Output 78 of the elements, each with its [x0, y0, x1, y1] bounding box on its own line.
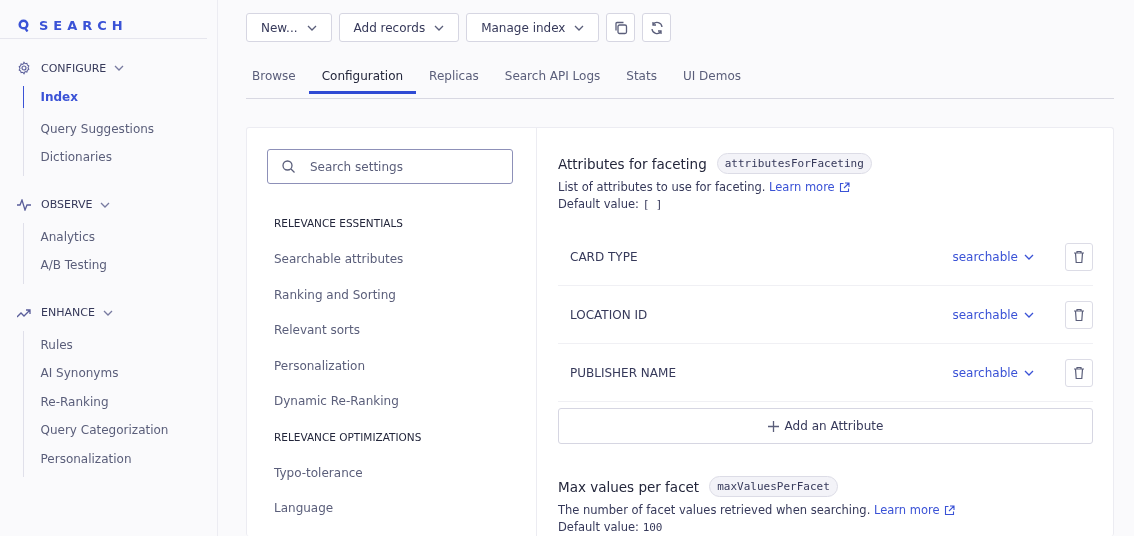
- setting-title: Max values per facet: [558, 478, 700, 495]
- section-header[interactable]: OBSERVE: [17, 195, 111, 214]
- chevron-icon: [306, 24, 317, 31]
- tab[interactable]: Replicas: [416, 62, 492, 94]
- setting-key: attributesForFaceting: [716, 153, 872, 174]
- tab[interactable]: Stats: [613, 62, 670, 94]
- setting-key: maxValuesPerFacet: [709, 476, 838, 497]
- sidebar-item[interactable]: AI Synonyms: [22, 359, 119, 388]
- attribute-name: LOCATION ID: [570, 307, 649, 322]
- app-logo: SEARCH: [39, 17, 128, 33]
- section-header[interactable]: ENHANCE: [17, 303, 113, 322]
- external-link-icon: [943, 504, 955, 516]
- section-heading: RELEVANCE ESSENTIALS: [274, 217, 404, 231]
- external-link-icon: [838, 181, 850, 193]
- default-value: 100: [642, 521, 663, 534]
- search-icon: [18, 18, 29, 32]
- refresh-button[interactable]: [642, 13, 672, 42]
- settings-link[interactable]: Searchable attributes: [274, 252, 404, 267]
- tab[interactable]: Configuration: [308, 62, 417, 94]
- copy-icon: [613, 20, 628, 35]
- section-header[interactable]: CONFIGURE: [17, 59, 125, 77]
- chevron-icon: [574, 24, 585, 31]
- chevron-icon: [1024, 369, 1034, 376]
- pulse-icon: [17, 198, 31, 211]
- settings-link[interactable]: Typo-tolerance: [274, 465, 363, 480]
- sidebar-item[interactable]: Dictionaries: [22, 143, 112, 172]
- settings-link[interactable]: Personalization: [274, 358, 365, 373]
- refresh-icon: [649, 20, 664, 35]
- plus-icon: [767, 420, 779, 432]
- settings-link[interactable]: Relevant sorts: [274, 323, 360, 338]
- trash-icon: [1073, 307, 1085, 322]
- trend-icon: [17, 307, 31, 318]
- default-label: Default value:: [558, 197, 639, 211]
- delete-button[interactable]: [1065, 242, 1093, 271]
- copy-button[interactable]: [606, 13, 636, 42]
- sidebar-item[interactable]: Re-Ranking: [22, 387, 109, 416]
- attribute-name: CARD TYPE: [570, 249, 639, 264]
- sidebar-item[interactable]: A/B Testing: [22, 251, 107, 280]
- sidebar-item[interactable]: Index: [22, 86, 78, 108]
- dropdown-button[interactable]: Manage index: [466, 13, 600, 42]
- delete-button[interactable]: [1065, 358, 1093, 387]
- sidebar-item[interactable]: Personalization: [22, 444, 132, 473]
- settings-link[interactable]: Ranking and Sorting: [274, 287, 396, 302]
- setting-description: The number of facet values retrieved when searching.: [558, 503, 871, 517]
- chevron-icon: [1024, 311, 1034, 318]
- trash-icon: [1073, 365, 1085, 380]
- settings-link[interactable]: Language: [274, 501, 334, 516]
- mode-dropdown[interactable]: searchable: [952, 249, 1034, 264]
- tab[interactable]: Browse: [246, 62, 309, 94]
- mode-dropdown[interactable]: searchable: [952, 307, 1034, 322]
- tab[interactable]: Search API Logs: [491, 62, 614, 94]
- setting-title: Attributes for faceting: [558, 155, 707, 172]
- learn-more-link[interactable]: Learn more: [769, 180, 850, 194]
- attribute-name: PUBLISHER NAME: [570, 365, 677, 380]
- chevron-icon: [100, 201, 111, 208]
- chevron-icon: [1024, 253, 1034, 260]
- sidebar-item[interactable]: Query Categorization: [22, 416, 169, 445]
- dropdown-button[interactable]: New...: [246, 13, 332, 42]
- tab[interactable]: UI Demos: [669, 62, 754, 94]
- search-field[interactable]: Search settings: [267, 149, 513, 184]
- delete-button[interactable]: [1065, 300, 1093, 329]
- default-value: [ ]: [642, 198, 663, 211]
- dropdown-button[interactable]: Add records: [338, 13, 460, 42]
- settings-link[interactable]: Dynamic Re-Ranking: [274, 394, 399, 409]
- mode-dropdown[interactable]: searchable: [952, 365, 1034, 380]
- chevron-icon: [102, 309, 113, 316]
- chevron-icon: [114, 65, 125, 71]
- settings-icon: [17, 61, 31, 75]
- add-attribute-button[interactable]: Add an Attribute: [558, 408, 1093, 444]
- default-label: Default value:: [558, 520, 639, 534]
- sidebar-item[interactable]: Analytics: [22, 222, 95, 251]
- sidebar-item[interactable]: Rules: [22, 330, 73, 359]
- learn-more-link[interactable]: Learn more: [873, 503, 955, 517]
- chevron-icon: [434, 24, 445, 31]
- trash-icon: [1073, 249, 1085, 264]
- sidebar-item[interactable]: Query Suggestions: [22, 114, 155, 143]
- setting-description: List of attributes to use for faceting.: [558, 180, 766, 194]
- section-heading: RELEVANCE OPTIMIZATIONS: [274, 430, 423, 445]
